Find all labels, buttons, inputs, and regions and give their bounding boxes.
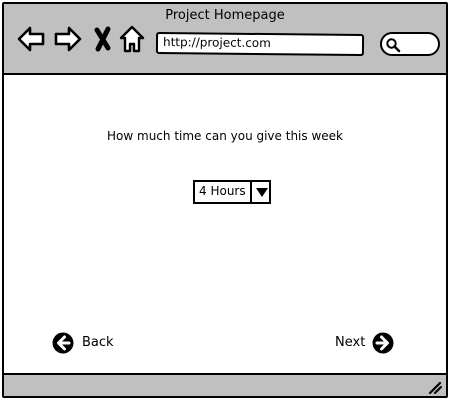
- url-text: http://project.com: [162, 34, 271, 51]
- dropdown-arrow-button[interactable]: [250, 182, 271, 202]
- arrow-right-circle-icon: [372, 332, 394, 354]
- search-icon: [386, 38, 401, 53]
- browser-window: Project Homepage http://project.com How …: [2, 2, 448, 398]
- question-label: How much time can you give this week: [107, 129, 343, 143]
- next-button-label: Next: [335, 335, 366, 350]
- home-icon[interactable]: [117, 24, 147, 54]
- resize-grip-icon[interactable]: [428, 380, 442, 394]
- search-field[interactable]: [380, 32, 440, 56]
- browser-toolbar: Project Homepage http://project.com: [4, 4, 446, 75]
- status-bar: [4, 373, 446, 396]
- forward-arrow-icon[interactable]: [53, 24, 83, 54]
- url-field[interactable]: http://project.com: [155, 31, 365, 57]
- back-button-label: Back: [82, 335, 114, 350]
- time-dropdown-value: 4 Hours: [199, 184, 246, 198]
- window-title: Project Homepage: [165, 8, 285, 23]
- chevron-down-icon: [256, 188, 268, 197]
- next-button[interactable]: Next: [335, 331, 397, 355]
- back-button[interactable]: Back: [52, 331, 116, 355]
- arrow-left-circle-icon: [52, 332, 74, 354]
- back-arrow-icon[interactable]: [16, 24, 46, 54]
- time-dropdown[interactable]: 4 Hours: [193, 180, 271, 204]
